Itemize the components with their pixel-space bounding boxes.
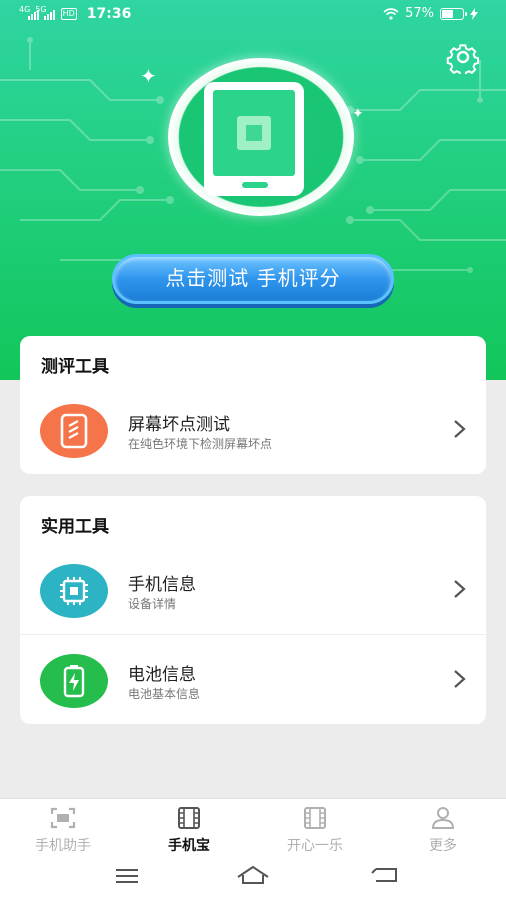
item-name: 屏幕坏点测试	[128, 415, 230, 435]
practical-tools-card: 实用工具 手机信息 设备详情 电池信息 电池基本信息	[20, 496, 486, 724]
hero-banner: 4G 5G HD 17:36 57% ✦ ✦ 点击测试 手机评分	[0, 0, 506, 380]
film-icon	[178, 807, 200, 829]
user-icon	[431, 807, 455, 829]
bottom-nav: 手机助手 手机宝 开心一乐 更多	[0, 798, 506, 900]
item-name: 电池信息	[128, 665, 196, 685]
home-icon[interactable]	[236, 865, 270, 885]
start-test-button[interactable]: 点击测试 手机评分	[112, 254, 394, 304]
screen-test-icon	[40, 404, 108, 458]
tab-label: 手机宝	[168, 838, 210, 854]
tab-phone-assistant[interactable]: 手机助手	[8, 807, 118, 855]
item-name: 手机信息	[128, 575, 196, 595]
tab-label: 开心一乐	[287, 838, 343, 854]
tab-happy[interactable]: 开心一乐	[260, 807, 370, 855]
item-desc: 设备详情	[128, 597, 177, 611]
wifi-icon	[383, 7, 399, 20]
status-bar: 4G 5G HD 17:36 57%	[0, 0, 506, 32]
signal-4g-icon	[28, 8, 39, 20]
list-item-battery-info[interactable]: 电池信息 电池基本信息	[20, 638, 486, 726]
signal-5g-icon	[44, 8, 56, 20]
tab-label: 手机助手	[35, 838, 91, 854]
tab-label: 更多	[429, 838, 457, 854]
divider	[20, 634, 486, 635]
list-item-screen-test[interactable]: 屏幕坏点测试 在纯色环境下检测屏幕坏点	[20, 388, 486, 476]
battery-icon	[440, 7, 467, 20]
sparkle-icon: ✦	[140, 64, 157, 88]
hd-badge: HD	[60, 8, 77, 20]
chevron-right-icon	[454, 420, 466, 438]
evaluation-tools-title: 测评工具	[41, 357, 109, 377]
chevron-right-icon	[454, 580, 466, 598]
evaluation-tools-card: 测评工具 屏幕坏点测试 在纯色环境下检测屏幕坏点	[20, 336, 486, 474]
practical-tools-title: 实用工具	[41, 517, 109, 537]
clock: 17:36	[86, 6, 132, 22]
sparkle-icon: ✦	[352, 106, 364, 122]
tab-phone-treasure[interactable]: 手机宝	[134, 807, 244, 855]
back-icon[interactable]	[370, 865, 400, 885]
battery-fill	[442, 9, 453, 18]
menu-icon[interactable]	[114, 867, 140, 885]
battery-percent: 57%	[405, 6, 434, 21]
settings-gear-icon[interactable]	[446, 40, 480, 74]
battery-info-icon	[40, 654, 108, 708]
chevron-right-icon	[454, 670, 466, 688]
tab-more[interactable]: 更多	[388, 807, 498, 855]
phone-device-icon	[204, 82, 304, 196]
scan-icon	[50, 807, 76, 829]
list-item-phone-info[interactable]: 手机信息 设备详情	[20, 548, 486, 636]
charging-icon	[470, 7, 478, 20]
chip-icon	[40, 564, 108, 618]
item-desc: 在纯色环境下检测屏幕坏点	[128, 437, 273, 451]
film-icon	[304, 807, 326, 829]
item-desc: 电池基本信息	[128, 687, 201, 701]
